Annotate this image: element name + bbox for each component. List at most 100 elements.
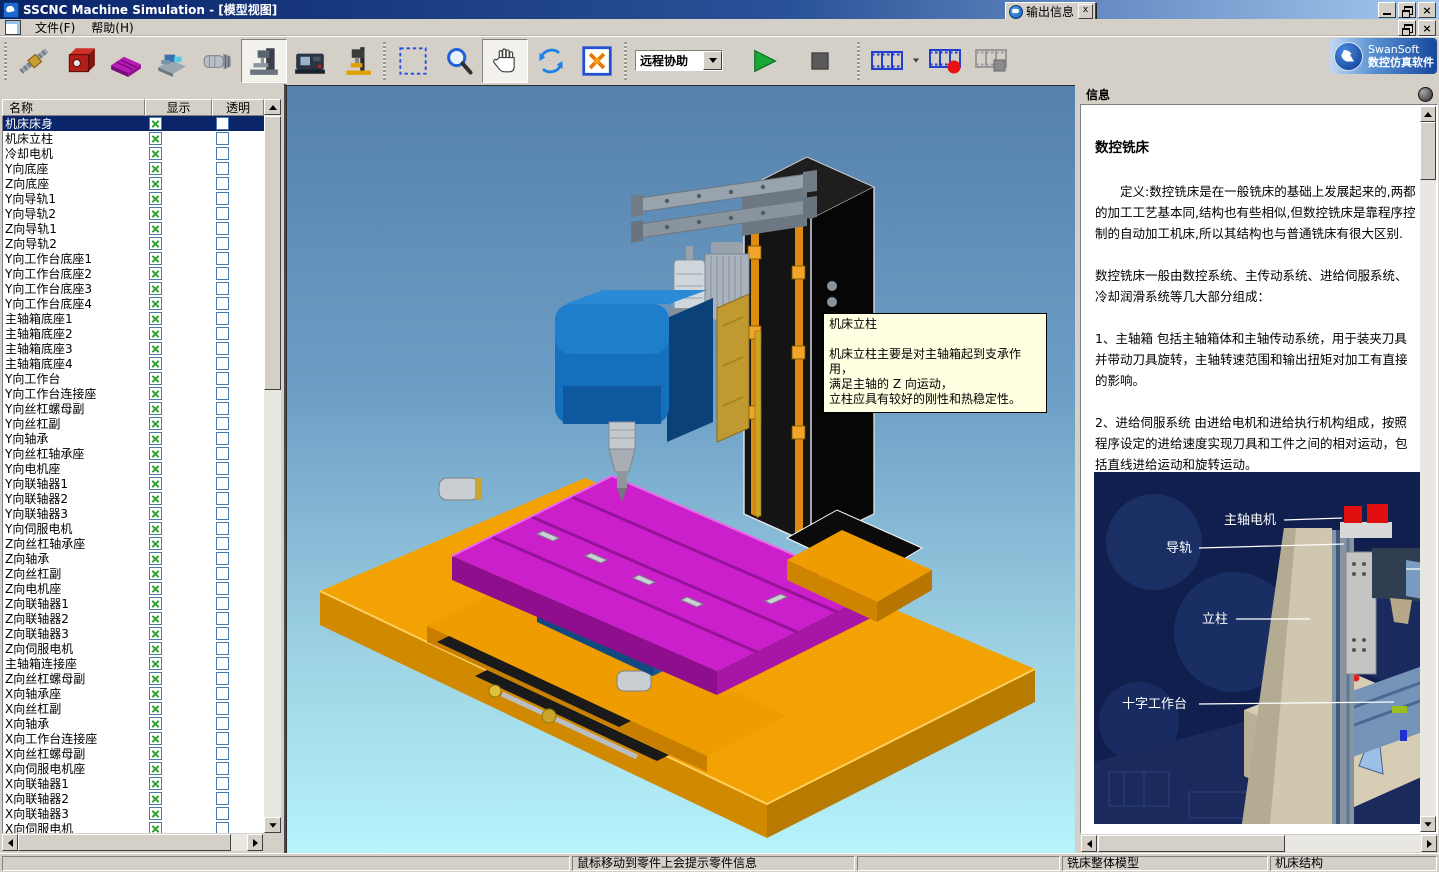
menu-file[interactable]: 文件(F) (27, 18, 83, 37)
table-row[interactable]: Z向底座 (3, 176, 265, 191)
table-row[interactable]: Y向联轴器2 (3, 491, 265, 506)
machine-bed-button[interactable] (149, 39, 195, 83)
show-checkbox[interactable] (149, 462, 162, 475)
show-checkbox[interactable] (149, 237, 162, 250)
pin-icon[interactable] (1418, 87, 1433, 102)
show-checkbox[interactable] (149, 657, 162, 670)
table-row[interactable]: 冷却电机 (3, 146, 265, 161)
transparent-checkbox[interactable] (216, 342, 229, 355)
part-name[interactable]: X向伺服电机 (3, 820, 146, 833)
play-button[interactable] (741, 39, 787, 83)
child-close-button[interactable]: × (1418, 20, 1436, 36)
vertical-scrollbar[interactable] (1420, 122, 1436, 816)
transparent-checkbox[interactable] (216, 492, 229, 505)
transparent-checkbox[interactable] (216, 582, 229, 595)
play-record-button[interactable] (864, 39, 910, 83)
transparent-checkbox[interactable] (216, 537, 229, 550)
transparent-checkbox[interactable] (216, 462, 229, 475)
show-checkbox[interactable] (149, 507, 162, 520)
model-viewport[interactable] (286, 85, 1075, 853)
table-row[interactable]: Z向丝杠副 (3, 566, 265, 581)
table-row[interactable]: 机床立柱 (3, 131, 265, 146)
table-row[interactable]: X向联轴器3 (3, 806, 265, 821)
transparent-checkbox[interactable] (216, 822, 229, 833)
output-info-close-button[interactable]: x (1078, 4, 1093, 19)
toolbar-drag-handle[interactable] (624, 42, 627, 80)
table-row[interactable]: 主轴箱底座4 (3, 356, 265, 371)
table-row[interactable]: Y向导轨1 (3, 191, 265, 206)
show-checkbox[interactable] (149, 267, 162, 280)
show-checkbox[interactable] (149, 117, 162, 130)
show-checkbox[interactable] (149, 372, 162, 385)
child-restore-button[interactable] (1398, 20, 1416, 36)
show-checkbox[interactable] (149, 777, 162, 790)
show-checkbox[interactable] (149, 702, 162, 715)
scroll-down-button[interactable] (264, 817, 281, 833)
show-checkbox[interactable] (149, 687, 162, 700)
scrollbar-thumb[interactable] (18, 834, 231, 851)
show-checkbox[interactable] (149, 387, 162, 400)
show-checkbox[interactable] (149, 162, 162, 175)
table-row[interactable]: 主轴箱底座3 (3, 341, 265, 356)
table-row[interactable]: Y向电机座 (3, 461, 265, 476)
table-row[interactable]: Y向工作台 (3, 371, 265, 386)
show-checkbox[interactable] (149, 297, 162, 310)
transparent-checkbox[interactable] (216, 387, 229, 400)
table-row[interactable]: Z向轴承 (3, 551, 265, 566)
show-checkbox[interactable] (149, 582, 162, 595)
transparent-checkbox[interactable] (216, 267, 229, 280)
transparent-checkbox[interactable] (216, 132, 229, 145)
table-row[interactable]: Y向工作台底座2 (3, 266, 265, 281)
menu-help[interactable]: 帮助(H) (83, 18, 141, 37)
gearbox-button[interactable] (57, 39, 103, 83)
table-row[interactable]: X向丝杠副 (3, 701, 265, 716)
milling-machine-button[interactable] (241, 39, 287, 83)
transparent-checkbox[interactable] (216, 237, 229, 250)
minimize-button[interactable] (1378, 2, 1396, 18)
table-row[interactable]: X向轴承 (3, 716, 265, 731)
transparent-checkbox[interactable] (216, 222, 229, 235)
transparent-checkbox[interactable] (216, 327, 229, 340)
scroll-up-button[interactable] (264, 99, 281, 115)
show-checkbox[interactable] (149, 747, 162, 760)
transparent-checkbox[interactable] (216, 717, 229, 730)
show-checkbox[interactable] (149, 597, 162, 610)
table-row[interactable]: Y向伺服电机 (3, 521, 265, 536)
child-window-icon[interactable] (5, 20, 21, 35)
fit-view-button[interactable] (574, 39, 620, 83)
table-row[interactable]: Z向联轴器2 (3, 611, 265, 626)
show-checkbox[interactable] (149, 342, 162, 355)
table-row[interactable]: X向联轴器2 (3, 791, 265, 806)
transparent-checkbox[interactable] (216, 372, 229, 385)
transparent-checkbox[interactable] (216, 432, 229, 445)
table-row[interactable]: X向联轴器1 (3, 776, 265, 791)
show-checkbox[interactable] (149, 792, 162, 805)
transparent-checkbox[interactable] (216, 777, 229, 790)
transparent-checkbox[interactable] (216, 297, 229, 310)
table-row[interactable]: Z向丝杠螺母副 (3, 671, 265, 686)
transparent-checkbox[interactable] (216, 792, 229, 805)
table-row[interactable]: X向工作台连接座 (3, 731, 265, 746)
table-row[interactable]: 主轴箱底座2 (3, 326, 265, 341)
table-row[interactable]: 主轴箱连接座 (3, 656, 265, 671)
transparent-checkbox[interactable] (216, 567, 229, 580)
scrollbar-thumb[interactable] (1098, 835, 1285, 852)
table-row[interactable]: Y向底座 (3, 161, 265, 176)
table-row[interactable]: Y向工作台底座4 (3, 296, 265, 311)
table-row[interactable]: Y向丝杠螺母副 (3, 401, 265, 416)
scrollbar-thumb[interactable] (264, 116, 281, 390)
zoom-button[interactable] (436, 39, 482, 83)
toolbar-drag-handle[interactable] (857, 42, 860, 80)
remote-assist-combobox[interactable]: 远程协助 (635, 50, 723, 71)
spindle-unit-button[interactable] (195, 39, 241, 83)
show-checkbox[interactable] (149, 357, 162, 370)
rotate-button[interactable] (528, 39, 574, 83)
show-checkbox[interactable] (149, 492, 162, 505)
show-checkbox[interactable] (149, 672, 162, 685)
table-row[interactable]: Z向电机座 (3, 581, 265, 596)
transparent-checkbox[interactable] (216, 627, 229, 640)
scroll-up-button[interactable] (1420, 106, 1436, 122)
drill-press-button[interactable] (333, 39, 379, 83)
show-checkbox[interactable] (149, 717, 162, 730)
toolbar-drag-handle[interactable] (4, 42, 7, 80)
